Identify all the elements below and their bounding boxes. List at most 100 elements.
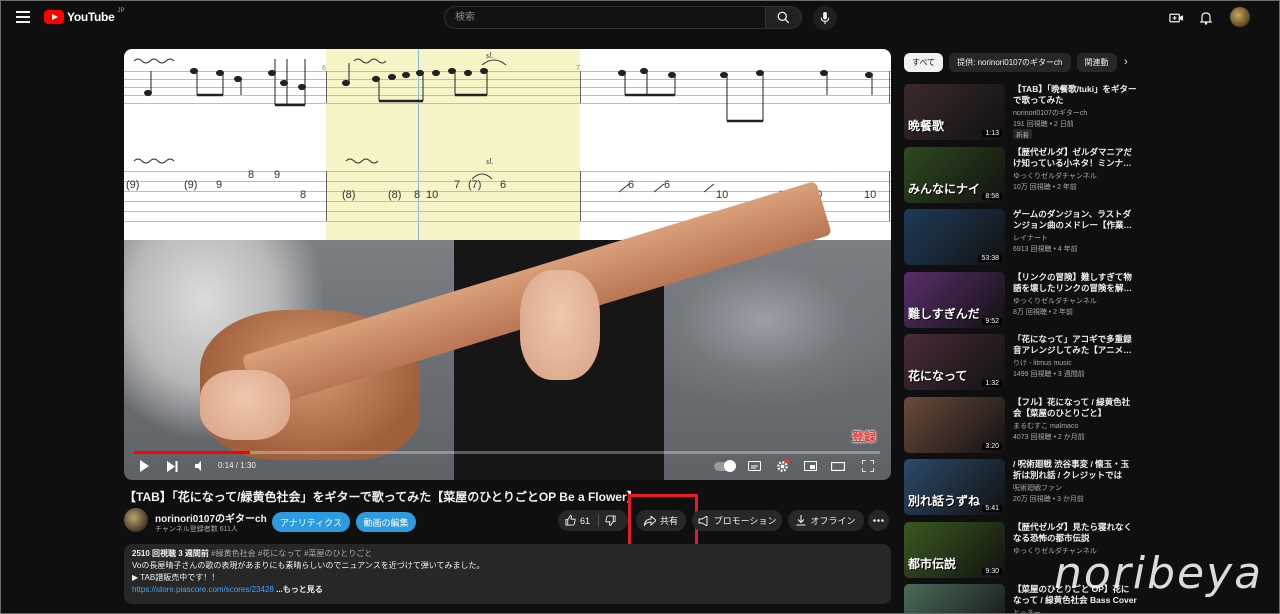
recommended-channel[interactable]: まるむすこ malmaco (1013, 421, 1078, 431)
recommended-title[interactable]: 【歴代ゼルダ】見たら寝れなくなる恐怖の都市伝説 (1013, 522, 1137, 544)
watermark-signature: noribeya (1054, 548, 1264, 599)
video-thumbnail[interactable] (904, 584, 1005, 614)
recommended-title[interactable]: ゲームのダンジョン、ラストダンジョン曲のメドレー【作業… (1013, 209, 1137, 231)
subscribe-overlay-label[interactable]: 登録 (852, 428, 876, 445)
recommended-channel[interactable]: ゆっくりゼルダチャンネル (1013, 296, 1097, 306)
search-button[interactable] (766, 6, 802, 29)
store-link[interactable]: https://store.piascore.com/scores/23428 (132, 585, 274, 594)
chip-related[interactable]: 関連動 (1076, 53, 1117, 72)
chip-all[interactable]: すべて (904, 53, 944, 72)
youtube-logo[interactable]: YouTube JP (44, 8, 125, 24)
share-button[interactable]: 共有 (636, 510, 686, 531)
duration-badge: 3:20 (982, 442, 1002, 450)
next-button[interactable] (165, 458, 179, 474)
video-thumbnail[interactable]: 別れ話うずね 5:41 (904, 459, 1005, 515)
recommended-meta: 6913 回視聴 • 4 年前 (1013, 246, 1078, 253)
view-meta: 2510 回視聴 3 週間前 (132, 549, 209, 558)
recommended-title[interactable]: / 呪術廻戦 渋谷事変 / 懐玉・玉折は別れ話 / クレジットでは五… (1013, 459, 1137, 481)
progress-bar[interactable] (134, 451, 880, 454)
slide-mark: sl. (486, 157, 494, 166)
recommended-title[interactable]: 【リンクの冒険】難しすぎて物語を壊したリンクの冒険を解… (1013, 272, 1137, 294)
show-more-link[interactable]: ...もっと見る (276, 585, 323, 594)
microphone-icon (820, 11, 830, 24)
share-label: 共有 (659, 516, 678, 526)
miniplayer-icon (803, 461, 817, 471)
notation-notes (133, 58, 873, 123)
channel-avatar[interactable] (124, 508, 148, 532)
description-line: ▶ TAB譜販売中です！！ (132, 573, 220, 582)
edit-video-button[interactable]: 動画の編集 (356, 512, 416, 532)
thumbnail-text: みんなにナイ (908, 181, 981, 196)
recommended-title[interactable]: 【歴代ゼルダ】ゼルダマニアだけ知っている小ネタ！ミンナ… (1013, 147, 1137, 169)
search-input[interactable] (445, 7, 765, 28)
recommended-channel[interactable]: りけ - litmus music (1013, 358, 1072, 368)
thumbs-down-icon[interactable] (605, 515, 616, 526)
account-avatar[interactable] (1230, 7, 1250, 27)
skip-next-icon (166, 460, 177, 472)
video-thumbnail[interactable]: みんなにナイ 8:58 (904, 146, 1005, 203)
offline-button[interactable]: オフライン (788, 510, 864, 531)
channel-name[interactable]: norinori0107のギターch (155, 510, 267, 525)
subtitles-button[interactable] (746, 458, 762, 474)
miniplayer-button[interactable] (802, 458, 818, 474)
theater-icon (831, 461, 845, 471)
description-box[interactable]: 2510 回視聴 3 週間前 #緑黄色社会 #花になって #菜屋のひとりごと V… (124, 544, 891, 604)
hamburger-menu-icon[interactable] (16, 11, 30, 23)
video-thumbnail[interactable]: 53:38 (904, 209, 1005, 265)
thumbnail-text: 別れ話うずね (908, 494, 981, 508)
play-button[interactable] (137, 458, 151, 474)
recommended-title[interactable]: 「花になって」アコギで多重録音アレンジしてみた【アニメ… (1013, 334, 1137, 356)
tab-number: 8 (248, 169, 255, 181)
recommended-video[interactable]: 難しすぎんだ 9:52 【リンクの冒険】難しすぎて物語を壊したリンクの冒険を解… … (904, 271, 1137, 328)
picking-hand (200, 370, 290, 440)
recommended-channel[interactable]: ゆっくりゼルダチャンネル (1013, 171, 1097, 181)
hashtags[interactable]: #緑黄色社会 #花になって #菜屋のひとりごと (211, 549, 372, 558)
video-thumbnail[interactable]: 晩餐歌 1:13 (904, 84, 1005, 140)
recommended-channel[interactable]: レイナート (1013, 233, 1048, 243)
subtitles-icon (747, 461, 761, 471)
create-video-button[interactable] (1168, 10, 1184, 26)
duration-badge: 9:52 (982, 317, 1002, 325)
search-box[interactable] (444, 6, 766, 29)
autoplay-toggle[interactable] (714, 460, 736, 472)
voice-search-button[interactable] (813, 6, 837, 30)
duration-badge: 1:32 (982, 380, 1002, 387)
recommended-video[interactable]: 別れ話うずね 5:41 / 呪術廻戦 渋谷事変 / 懐玉・玉折は別れ話 / クレジ… (904, 459, 1134, 515)
video-thumbnail[interactable]: 花になって 1:32 (904, 334, 1005, 390)
fullscreen-button[interactable] (860, 458, 876, 474)
chip-from-channel[interactable]: 提供: norinori0107のギターch (949, 53, 1071, 72)
tab-number: 6 (628, 179, 635, 191)
recommended-video[interactable]: 3:20 【フル】花になって / 緑黄色社会【菜屋のひとりごと】guitar… … (904, 396, 1137, 453)
duration-badge: 1:13 (982, 130, 1002, 137)
logo-region: JP (117, 8, 125, 14)
like-dislike-group[interactable]: 61 (558, 510, 628, 531)
more-actions-button[interactable] (868, 510, 889, 531)
progress-fill (134, 451, 251, 454)
settings-button[interactable] (774, 458, 790, 474)
fullscreen-icon (862, 460, 874, 472)
recommended-video[interactable]: 花になって 1:32 「花になって」アコギで多重録音アレンジしてみた【アニメ… り… (904, 334, 1134, 390)
chevron-right-icon[interactable]: › (1124, 56, 1128, 68)
video-thumbnail[interactable]: 3:20 (904, 396, 1005, 453)
tab-number: 8 (300, 189, 307, 201)
recommended-video[interactable]: 晩餐歌 1:13 【TAB】「晩餐歌/tuki」をギターで歌ってみた norino… (904, 84, 1137, 140)
recommended-video[interactable]: 53:38 ゲームのダンジョン、ラストダンジョン曲のメドレー【作業… レイナート… (904, 209, 1134, 265)
recommended-video[interactable]: みんなにナイ 8:58 【歴代ゼルダ】ゼルダマニアだけ知っている小ネタ！ミンナ… … (904, 146, 1137, 203)
theater-mode-button[interactable] (830, 458, 846, 474)
promotion-button[interactable]: プロモーション (692, 510, 782, 531)
video-thumbnail[interactable]: 難しすぎんだ 9:52 (904, 271, 1005, 328)
recommended-channel[interactable]: 呪術廻戦ファン (1013, 483, 1062, 493)
notifications-button[interactable] (1198, 10, 1214, 26)
recommended-channel[interactable]: norinori0107のギターch (1013, 108, 1087, 118)
recommended-title[interactable]: 【TAB】「晩餐歌/tuki」をギターで歌ってみた (1013, 84, 1137, 106)
recommended-title[interactable]: 【フル】花になって / 緑黄色社会【菜屋のひとりごと】guitar… (1013, 397, 1137, 419)
description-line: Voの長屋晴子さんの歌の表現があまりにも素晴らしいのでニュアンスを近づけて弾いて… (132, 561, 485, 570)
volume-button[interactable] (193, 458, 207, 474)
video-thumbnail[interactable]: 都市伝説 9:30 (904, 521, 1005, 578)
logo-text: YouTube (67, 10, 115, 24)
tab-number: 6 (500, 179, 507, 191)
megaphone-icon (698, 515, 708, 526)
top-header: YouTube JP (0, 0, 1280, 36)
recommended-channel[interactable]: とっきー (1013, 608, 1041, 614)
analytics-button[interactable]: アナリティクス (272, 512, 350, 532)
